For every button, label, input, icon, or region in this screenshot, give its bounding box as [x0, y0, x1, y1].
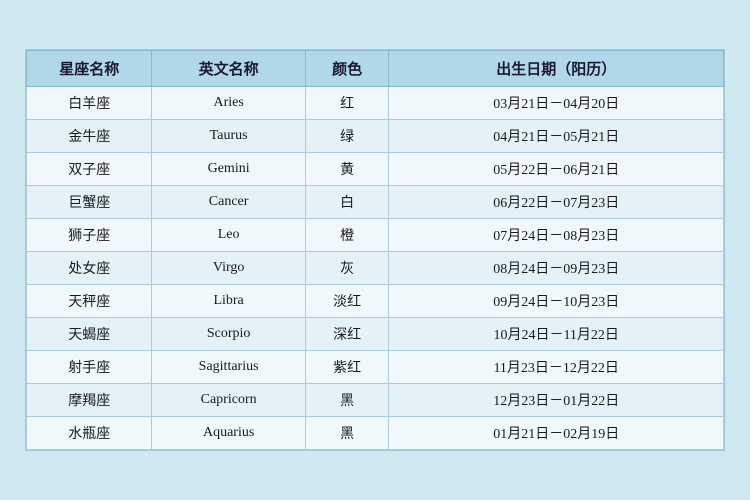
- cell-cn-name: 双子座: [27, 153, 152, 186]
- cell-date: 05月22日－06月21日: [389, 153, 724, 186]
- cell-color: 紫红: [305, 351, 389, 384]
- table-row: 射手座Sagittarius紫红11月23日－12月22日: [27, 351, 724, 384]
- cell-date: 01月21日－02月19日: [389, 417, 724, 450]
- cell-en-name: Capricorn: [152, 384, 305, 417]
- cell-color: 绿: [305, 120, 389, 153]
- table-row: 双子座Gemini黄05月22日－06月21日: [27, 153, 724, 186]
- cell-date: 12月23日－01月22日: [389, 384, 724, 417]
- table-row: 水瓶座Aquarius黑01月21日－02月19日: [27, 417, 724, 450]
- cell-date: 08月24日－09月23日: [389, 252, 724, 285]
- table-row: 处女座Virgo灰08月24日－09月23日: [27, 252, 724, 285]
- cell-color: 橙: [305, 219, 389, 252]
- header-date: 出生日期（阳历）: [389, 51, 724, 87]
- cell-en-name: Aquarius: [152, 417, 305, 450]
- cell-en-name: Gemini: [152, 153, 305, 186]
- cell-cn-name: 摩羯座: [27, 384, 152, 417]
- cell-cn-name: 天秤座: [27, 285, 152, 318]
- cell-cn-name: 处女座: [27, 252, 152, 285]
- table-row: 摩羯座Capricorn黑12月23日－01月22日: [27, 384, 724, 417]
- table-row: 天蝎座Scorpio深红10月24日－11月22日: [27, 318, 724, 351]
- cell-cn-name: 天蝎座: [27, 318, 152, 351]
- table-header-row: 星座名称 英文名称 颜色 出生日期（阳历）: [27, 51, 724, 87]
- cell-date: 03月21日－04月20日: [389, 87, 724, 120]
- cell-en-name: Cancer: [152, 186, 305, 219]
- cell-date: 11月23日－12月22日: [389, 351, 724, 384]
- cell-color: 深红: [305, 318, 389, 351]
- header-en-name: 英文名称: [152, 51, 305, 87]
- cell-cn-name: 水瓶座: [27, 417, 152, 450]
- zodiac-table: 星座名称 英文名称 颜色 出生日期（阳历） 白羊座Aries红03月21日－04…: [26, 50, 724, 450]
- table-row: 天秤座Libra淡红09月24日－10月23日: [27, 285, 724, 318]
- cell-date: 10月24日－11月22日: [389, 318, 724, 351]
- header-color: 颜色: [305, 51, 389, 87]
- cell-cn-name: 狮子座: [27, 219, 152, 252]
- cell-color: 红: [305, 87, 389, 120]
- cell-en-name: Sagittarius: [152, 351, 305, 384]
- table-row: 白羊座Aries红03月21日－04月20日: [27, 87, 724, 120]
- cell-cn-name: 白羊座: [27, 87, 152, 120]
- cell-cn-name: 金牛座: [27, 120, 152, 153]
- cell-date: 09月24日－10月23日: [389, 285, 724, 318]
- cell-date: 07月24日－08月23日: [389, 219, 724, 252]
- cell-date: 04月21日－05月21日: [389, 120, 724, 153]
- cell-en-name: Taurus: [152, 120, 305, 153]
- cell-en-name: Aries: [152, 87, 305, 120]
- cell-color: 黑: [305, 417, 389, 450]
- cell-color: 灰: [305, 252, 389, 285]
- table-row: 狮子座Leo橙07月24日－08月23日: [27, 219, 724, 252]
- cell-color: 黄: [305, 153, 389, 186]
- cell-en-name: Leo: [152, 219, 305, 252]
- cell-en-name: Scorpio: [152, 318, 305, 351]
- cell-cn-name: 巨蟹座: [27, 186, 152, 219]
- cell-en-name: Libra: [152, 285, 305, 318]
- cell-color: 黑: [305, 384, 389, 417]
- cell-color: 白: [305, 186, 389, 219]
- zodiac-table-container: 星座名称 英文名称 颜色 出生日期（阳历） 白羊座Aries红03月21日－04…: [25, 49, 725, 451]
- cell-cn-name: 射手座: [27, 351, 152, 384]
- cell-color: 淡红: [305, 285, 389, 318]
- cell-en-name: Virgo: [152, 252, 305, 285]
- table-row: 巨蟹座Cancer白06月22日－07月23日: [27, 186, 724, 219]
- table-row: 金牛座Taurus绿04月21日－05月21日: [27, 120, 724, 153]
- cell-date: 06月22日－07月23日: [389, 186, 724, 219]
- header-cn-name: 星座名称: [27, 51, 152, 87]
